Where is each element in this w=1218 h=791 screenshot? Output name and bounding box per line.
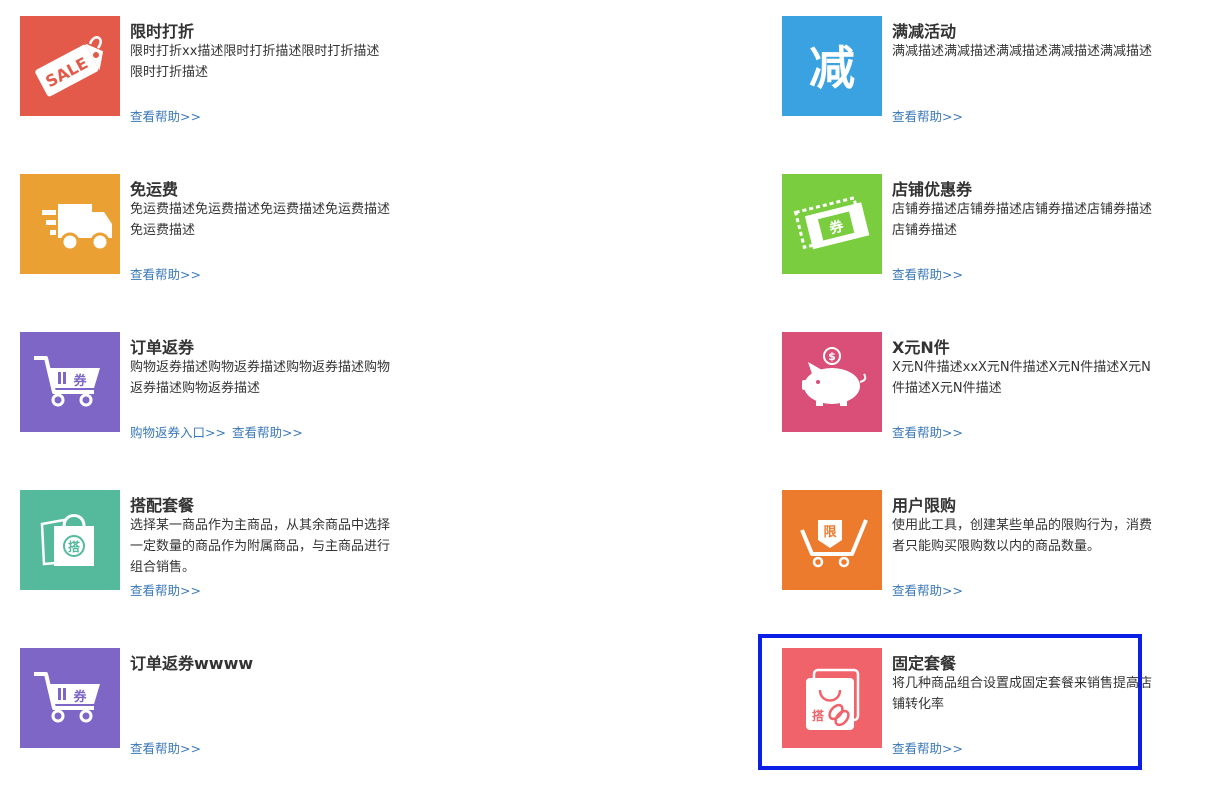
help-link[interactable]: 查看帮助>> [892,425,963,440]
card-title: 搭配套餐 [130,496,195,515]
card-title: 店铺优惠券 [892,180,973,199]
coupon-entry-link[interactable]: 购物返券入口>> [130,425,226,440]
card-limited-discount: SALE 限时打折 限时打折xx描述限时打折描述限时打折描述限时打折描述 查看帮… [20,16,400,124]
piggy-bank-icon: $ [782,332,882,432]
card-bundle-package: 搭 搭配套餐 选择某一商品作为主商品，从其余商品中选择一定数量的商品作为附属商品… [20,490,400,598]
icon-character: 券 [72,373,87,389]
card-description: 限时打折xx描述限时打折描述限时打折描述限时打折描述 [130,44,380,80]
card-description: 免运费描述免运费描述免运费描述免运费描述免运费描述 [130,202,391,238]
card-description: 店铺券描述店铺券描述店铺券描述店铺券描述店铺券描述 [892,202,1153,238]
card-description: 使用此工具，创建某些单品的限购行为，消费者只能购买限购数以内的商品数量。 [892,518,1153,554]
card-store-coupon: 券 店铺优惠券 店铺券描述店铺券描述店铺券描述店铺券描述店铺券描述 查看帮助>> [782,174,1162,282]
card-title: 限时打折 [130,22,195,41]
card-order-coupon: 券 订单返券 购物返券描述购物返券描述购物返券描述购物返券描述购物返券描述 购物… [20,332,400,440]
card-title: 用户限购 [892,496,957,515]
card-description: X元N件描述xxX元N件描述X元N件描述X元N件描述X元N件描述 [892,360,1151,396]
delivery-truck-icon [20,174,120,274]
help-link[interactable]: 查看帮助>> [130,267,201,282]
card-x-yuan-n-items: $ X元N件 X元N件描述xxX元N件描述X元N件描述X元N件描述X元N件描述 … [782,332,1162,440]
help-link[interactable]: 查看帮助>> [892,267,963,282]
card-full-reduction: 减 满减活动 满减描述满减描述满减描述满减描述满减描述 查看帮助>> [782,16,1162,124]
help-link[interactable]: 查看帮助>> [892,583,963,598]
icon-character: 券 [72,689,87,705]
help-link[interactable]: 查看帮助>> [130,583,201,598]
cart-coupon-icon: 券 [20,332,120,432]
card-free-shipping: 免运费 免运费描述免运费描述免运费描述免运费描述免运费描述 查看帮助>> [20,174,400,282]
icon-character: 限 [823,525,837,540]
card-purchase-limit: 限 用户限购 使用此工具，创建某些单品的限购行为，消费者只能购买限购数以内的商品… [782,490,1162,598]
dollar-symbol: $ [828,350,836,363]
card-title: 免运费 [130,180,179,199]
card-description: 选择某一商品作为主商品，从其余商品中选择一定数量的商品作为附属商品，与主商品进行… [130,518,391,575]
card-title: X元N件 [892,338,950,357]
help-link[interactable]: 查看帮助>> [130,109,201,124]
icon-character: 减 [809,41,855,95]
cart-coupon-icon: 券 [20,648,120,748]
help-link[interactable]: 查看帮助>> [130,741,201,756]
card-description: 购物返券描述购物返券描述购物返券描述购物返券描述购物返券描述 [130,360,391,396]
coupon-ticket-icon: 券 [782,174,882,274]
selection-highlight [758,634,1142,770]
shopping-bags-icon: 搭 [20,490,120,590]
card-order-coupon-wwww: 券 订单返券wwww 查看帮助>> [20,648,400,756]
card-title: 订单返券 [130,338,195,357]
help-link[interactable]: 查看帮助>> [232,425,303,440]
minus-character-icon: 减 [782,16,882,116]
help-link[interactable]: 查看帮助>> [892,109,963,124]
sale-tag-icon: SALE [20,16,120,116]
card-title: 订单返券wwww [130,654,254,673]
icon-character: 搭 [68,539,81,554]
card-title: 满减活动 [892,22,957,41]
card-description: 满减描述满减描述满减描述满减描述满减描述 [892,44,1153,59]
limit-cart-icon: 限 [782,490,882,590]
